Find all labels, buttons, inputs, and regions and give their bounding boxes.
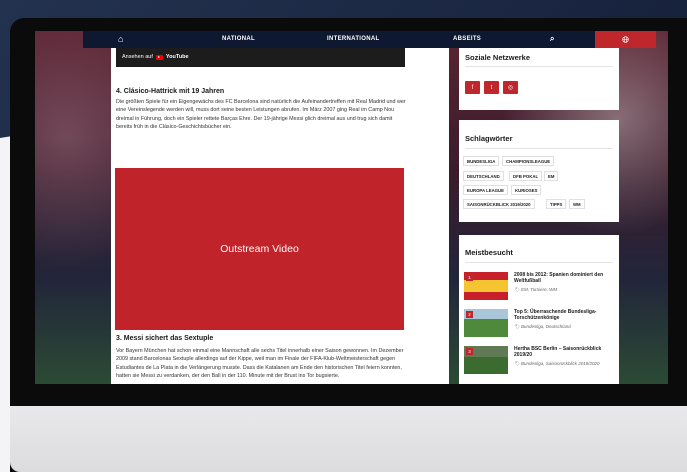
section-heading-4: 4. Clásico-Hattrick mit 19 Jahren — [116, 88, 225, 95]
popular-item[interactable]: 1 2008 bis 2012: Spanien dominiert den W… — [464, 272, 612, 302]
section-text-3: Vor Bayern München hat schon einmal eine… — [116, 348, 404, 379]
popular-item-title[interactable]: Hertha BSC Berlin – Saisonrückblick 2019… — [514, 346, 614, 358]
tag-kurioses[interactable]: KURIOSES — [511, 185, 542, 195]
watch-on-youtube[interactable]: Ansehen auf YouTube — [122, 54, 189, 60]
language-button[interactable] — [595, 31, 656, 48]
nav-abseits[interactable]: ABSEITS — [453, 36, 481, 42]
rank-badge: 3 — [466, 348, 473, 355]
section-text-4: Die größten Spiele für ein Eigengewächs … — [116, 99, 406, 130]
divider — [465, 262, 613, 263]
article-content: Ansehen auf YouTube 4. Clásico-Hattrick … — [111, 48, 449, 384]
tag-bundesliga[interactable]: BUNDESLIGA — [463, 156, 500, 166]
tags-widget: Schlagwörter BUNDESLIGA CHAMPIONSLEAGUE … — [459, 120, 619, 222]
youtube-brand: YouTube — [165, 54, 189, 60]
twitter-icon[interactable]: t — [484, 81, 499, 94]
social-title: Soziale Netzwerke — [465, 53, 531, 62]
tag-deutschland[interactable]: DEUTSCHLAND — [463, 171, 504, 181]
facebook-icon[interactable]: f — [465, 81, 480, 94]
popular-item-title[interactable]: 2008 bis 2012: Spanien dominiert den Wel… — [514, 272, 614, 284]
section-heading-3: 3. Messi sichert das Sextuple — [116, 335, 214, 342]
youtube-icon — [155, 54, 163, 60]
home-icon[interactable]: ⌂ — [118, 34, 124, 44]
website-screen: ⌂ NATIONAL INTERNATIONAL ABSEITS ⌕ Anseh… — [35, 31, 668, 384]
outstream-video[interactable]: Outstream Video — [115, 168, 404, 330]
tags-title: Schlagwörter — [465, 134, 513, 143]
popular-title: Meistbesucht — [465, 248, 513, 257]
meta-text: EM, Turniere, WM — [520, 287, 558, 292]
tag-europa-league[interactable]: EUROPA LEAGUE — [463, 185, 509, 195]
rank-badge: 1 — [466, 274, 473, 281]
divider — [465, 66, 613, 67]
popular-item[interactable]: 2 Top 5: Überraschende Bundesliga-Torsch… — [464, 309, 612, 339]
meta-text: Bundesliga, Deutschland — [520, 324, 571, 329]
globe-icon — [622, 36, 629, 43]
instagram-icon[interactable]: ◎ — [503, 81, 518, 94]
top-navigation: ⌂ NATIONAL INTERNATIONAL ABSEITS ⌕ — [83, 31, 656, 48]
tag-em[interactable]: EM — [544, 171, 559, 181]
divider — [465, 148, 613, 149]
nav-national[interactable]: NATIONAL — [222, 36, 255, 42]
tag-wm[interactable]: WM — [569, 199, 585, 209]
popular-item-meta: 🏷 Bundesliga, Saisonrückblick 2019/2020 — [514, 361, 600, 366]
youtube-embed[interactable]: Ansehen auf YouTube — [116, 48, 405, 67]
monitor-chin — [10, 406, 687, 472]
tag-championsleague[interactable]: CHAMPIONSLEAGUE — [502, 156, 555, 166]
search-icon[interactable]: ⌕ — [550, 34, 555, 44]
popular-widget: Meistbesucht 1 2008 bis 2012: Spanien do… — [459, 235, 619, 384]
meta-text: Bundesliga, Saisonrückblick 2019/2020 — [520, 361, 600, 366]
popular-item-title[interactable]: Top 5: Überraschende Bundesliga-Torschüt… — [514, 309, 614, 321]
tag-tipps[interactable]: TIPPS — [546, 199, 567, 209]
watch-label: Ansehen auf — [122, 54, 153, 60]
nav-international[interactable]: INTERNATIONAL — [327, 36, 379, 42]
popular-item-meta: 🏷 EM, Turniere, WM — [514, 287, 558, 292]
social-widget: Soziale Netzwerke f t ◎ — [459, 48, 619, 110]
rank-badge: 2 — [466, 311, 473, 318]
tag-dfb-pokal[interactable]: DFB POKAL — [509, 171, 543, 181]
tag-saisonrueckblick[interactable]: SAISONRÜCKBLICK 2019/2020 — [463, 199, 535, 209]
popular-item-meta: 🏷 Bundesliga, Deutschland — [514, 324, 571, 329]
popular-item[interactable]: 3 Hertha BSC Berlin – Saisonrückblick 20… — [464, 346, 612, 376]
